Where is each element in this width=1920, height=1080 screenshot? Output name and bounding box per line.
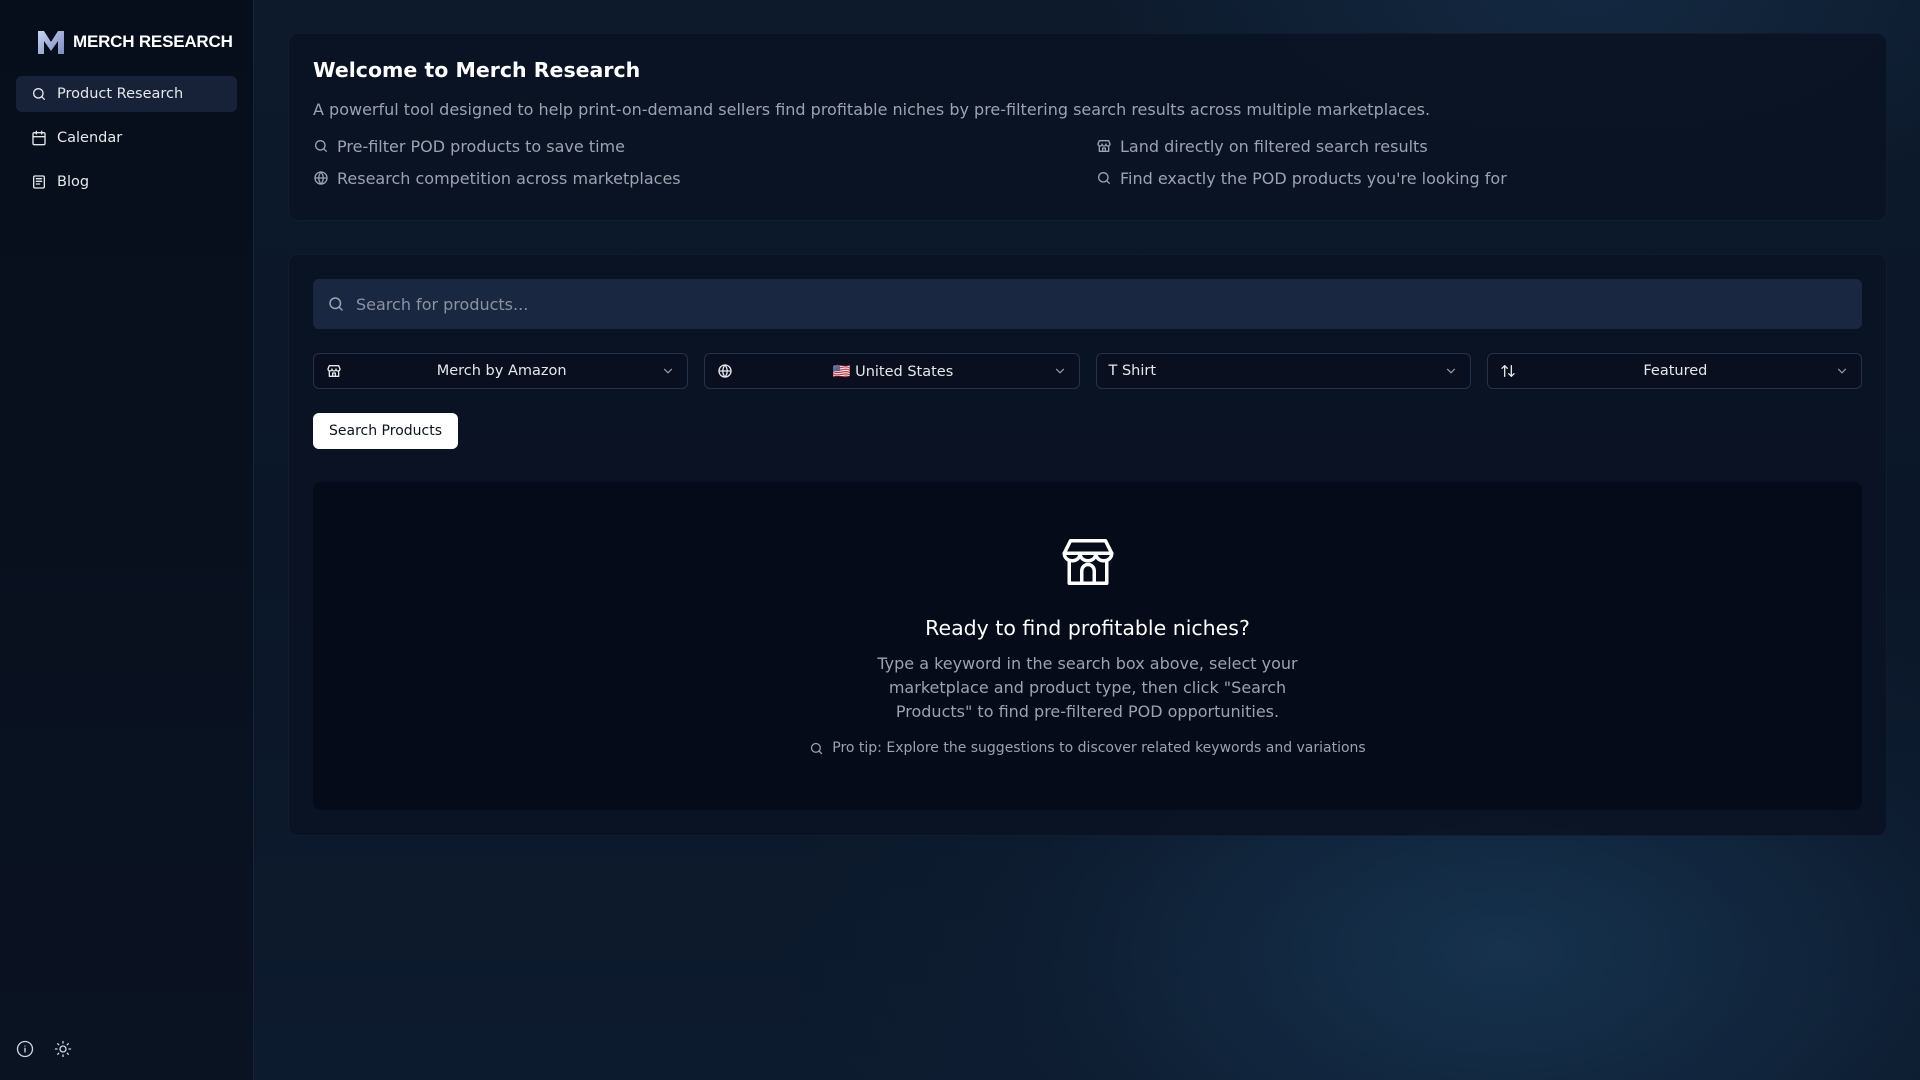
marketplace-select[interactable]: Merch by Amazon: [313, 353, 689, 389]
sidebar-item-product-research[interactable]: Product Research: [16, 76, 237, 112]
globe-icon: [717, 363, 733, 379]
empty-state: Ready to find profitable niches? Type a …: [313, 482, 1862, 810]
search-box[interactable]: [313, 279, 1862, 329]
sidebar-item-label: Calendar: [57, 130, 123, 146]
feature-label: Pre-filter POD products to save time: [337, 136, 625, 156]
store-icon: [1097, 140, 1111, 152]
pro-tip-text: Pro tip: Explore the suggestions to disc…: [832, 740, 1366, 756]
feature-item: Find exactly the POD products you're loo…: [1096, 168, 1862, 188]
welcome-card: Welcome to Merch Research A powerful too…: [288, 33, 1887, 221]
brand-name: MERCH RESEARCH: [73, 32, 233, 51]
empty-state-body: Type a keyword in the search box above, …: [877, 654, 1298, 721]
chevron-down-icon: [1444, 364, 1458, 378]
feature-list: Pre-filter POD products to save time Lan…: [313, 136, 1862, 188]
product-type-select[interactable]: T Shirt: [1095, 353, 1471, 389]
pro-tip: Pro tip: Explore the suggestions to disc…: [809, 740, 1366, 756]
search-card: Merch by Amazon 🇺🇸 United States T: [288, 254, 1887, 836]
info-icon[interactable]: [16, 1040, 34, 1058]
product-type-value: T Shirt: [1108, 363, 1157, 379]
chevron-down-icon: [661, 364, 675, 378]
sidebar-item-blog[interactable]: Blog: [16, 164, 237, 200]
sidebar-footer: [16, 1040, 72, 1058]
search-icon: [329, 297, 343, 311]
feature-item: Pre-filter POD products to save time: [313, 136, 1096, 156]
sort-value: Featured: [1643, 363, 1708, 379]
sidebar-nav: Product Research Calendar Blog: [16, 76, 237, 200]
search-icon: [315, 140, 327, 152]
feature-label: Land directly on filtered search results: [1120, 136, 1428, 156]
search-input[interactable]: [356, 294, 1848, 314]
theme-toggle-sun-icon[interactable]: [54, 1040, 72, 1058]
feature-item: Research competition across marketplaces: [313, 168, 1096, 188]
calendar-icon: [32, 130, 46, 146]
app: MERCH RESEARCH Product Research Calendar…: [0, 0, 1920, 1080]
brand[interactable]: MERCH RESEARCH: [16, 28, 237, 56]
feature-label: Find exactly the POD products you're loo…: [1120, 168, 1507, 188]
chevron-down-icon: [1053, 364, 1067, 378]
search-products-button[interactable]: Search Products: [313, 413, 458, 449]
chevron-down-icon: [1835, 364, 1849, 378]
feature-item: Land directly on filtered search results: [1096, 136, 1862, 156]
brand-logo-icon: [38, 31, 64, 54]
country-value: 🇺🇸 United States: [832, 363, 954, 380]
search-icon: [1098, 172, 1110, 184]
search-icon: [33, 88, 45, 100]
store-icon: [1062, 539, 1113, 585]
main-content: Welcome to Merch Research A powerful too…: [254, 0, 1920, 1080]
search-icon: [811, 742, 823, 754]
welcome-title: Welcome to Merch Research: [313, 58, 641, 82]
marketplace-value: Merch by Amazon: [436, 363, 567, 379]
sidebar-item-label: Blog: [57, 174, 90, 190]
newspaper-icon: [33, 175, 45, 189]
sidebar-item-label: Product Research: [57, 86, 184, 102]
welcome-description: A powerful tool designed to help print-o…: [313, 100, 1431, 119]
filter-row: Merch by Amazon 🇺🇸 United States T Shirt…: [313, 353, 1862, 389]
store-icon: [326, 363, 342, 379]
sidebar: MERCH RESEARCH Product Research Calendar…: [0, 0, 254, 1080]
sidebar-item-calendar[interactable]: Calendar: [16, 120, 237, 156]
sort-select[interactable]: Featured: [1486, 353, 1862, 389]
feature-label: Research competition across marketplaces: [337, 168, 681, 188]
empty-state-title: Ready to find profitable niches?: [925, 616, 1250, 640]
sort-arrows-icon: [1500, 363, 1516, 379]
country-select[interactable]: 🇺🇸 United States: [704, 353, 1080, 389]
globe-icon: [314, 171, 328, 185]
